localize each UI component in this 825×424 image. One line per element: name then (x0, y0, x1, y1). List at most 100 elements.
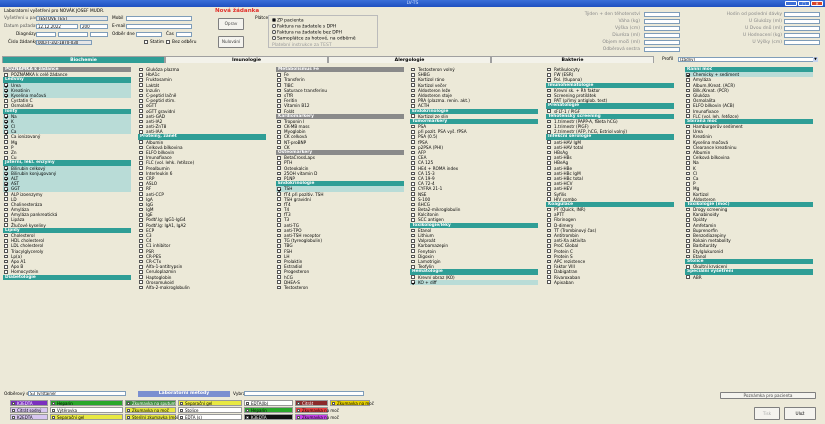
reset-button[interactable]: Nulování (218, 36, 244, 48)
test-item-zlucove-kyseliny[interactable]: Žlučové kyseliny (3, 223, 131, 228)
checkbox[interactable] (139, 93, 143, 98)
time-field[interactable]: 200 (80, 24, 108, 29)
checkbox[interactable] (277, 72, 281, 77)
checkbox[interactable] (139, 254, 143, 259)
checkbox[interactable] (686, 213, 690, 217)
checkbox[interactable] (246, 401, 250, 406)
checkbox[interactable] (277, 228, 281, 233)
checkbox[interactable] (139, 140, 143, 145)
checkbox[interactable] (277, 213, 281, 217)
legend-tube[interactable]: Citrát sodný (10, 407, 48, 413)
email-field[interactable] (126, 24, 192, 29)
test-item-folat[interactable]: Folát (276, 109, 404, 114)
checkbox[interactable] (180, 408, 184, 413)
test-item-homocystein[interactable]: Homocystein (3, 269, 131, 274)
legend-tube[interactable]: Zkumavka na moč (295, 407, 339, 413)
lab-methods-button[interactable]: Laboratorní metody (138, 391, 230, 397)
checkbox[interactable] (547, 249, 551, 253)
checkbox[interactable] (139, 155, 143, 160)
checkbox[interactable] (686, 88, 690, 93)
diagnosis-field-3[interactable] (90, 32, 108, 37)
checkbox[interactable] (139, 114, 143, 119)
checkbox[interactable] (4, 254, 8, 259)
checkbox[interactable] (4, 238, 8, 243)
test-item-cu[interactable]: Cu (3, 155, 131, 160)
checkbox[interactable] (277, 270, 281, 274)
checkbox[interactable] (180, 401, 184, 406)
checkbox[interactable] (4, 176, 8, 181)
checkbox[interactable] (411, 197, 415, 202)
checkbox[interactable] (332, 401, 336, 406)
save-button[interactable]: Ulož (784, 407, 816, 420)
date-field[interactable]: 12.12.2022 (36, 24, 78, 29)
checkbox[interactable] (686, 254, 690, 259)
checkbox[interactable] (4, 72, 8, 77)
checkbox[interactable] (139, 238, 143, 243)
checkbox[interactable] (547, 109, 551, 113)
checkbox[interactable] (139, 228, 143, 233)
checkbox[interactable] (277, 254, 281, 259)
checkbox[interactable] (411, 88, 415, 93)
legend-tube[interactable]: Separační gel (50, 414, 123, 420)
checkbox[interactable] (411, 83, 415, 87)
checkbox[interactable] (139, 98, 143, 103)
test-item-kortizol-ze-slin[interactable]: Kortizol ze slin (410, 114, 538, 119)
checkbox[interactable] (127, 415, 131, 420)
checkbox[interactable] (139, 187, 143, 191)
checkbox[interactable] (127, 401, 131, 406)
checkbox[interactable] (277, 166, 281, 170)
legend-tube[interactable]: Sterilní zkumavka (moč) (125, 414, 181, 420)
checkbox[interactable] (411, 166, 415, 170)
checkbox[interactable] (547, 270, 551, 274)
checkbox[interactable] (277, 223, 281, 228)
checkbox[interactable] (411, 67, 415, 72)
test-item-apixaban[interactable]: Apixaban (546, 280, 674, 285)
checkbox[interactable] (686, 104, 690, 108)
checkbox[interactable] (139, 259, 143, 264)
test-item-ko-diff[interactable]: KO + diff (410, 279, 538, 285)
maximize-button[interactable]: □ (798, 1, 810, 6)
checkbox[interactable] (686, 187, 690, 191)
checkbox[interactable] (547, 254, 551, 259)
test-item-2-trimestr-afp-hcg-estriol-volny[interactable]: 2.trimestr (AFP, hCG, Estriol volný) (546, 129, 674, 134)
checkbox[interactable] (139, 124, 143, 129)
test-item-etanol[interactable]: Etanol (685, 254, 813, 259)
checkbox[interactable] (139, 223, 143, 228)
checkbox[interactable] (686, 249, 690, 253)
test-item-poznamka-k-cele-zadance[interactable]: POZNÁMKA k celé žádance (3, 72, 131, 77)
checkbox[interactable] (4, 181, 8, 186)
checkbox[interactable] (686, 135, 690, 139)
checkbox[interactable] (411, 233, 415, 238)
checkbox[interactable] (411, 259, 415, 264)
checkbox[interactable] (686, 181, 690, 186)
checkbox[interactable] (686, 233, 690, 238)
checkbox[interactable] (547, 150, 551, 155)
checkbox[interactable] (686, 197, 690, 202)
payer-option-4[interactable]: Samoplátce za hotové, na odběrně (272, 36, 356, 41)
checkbox[interactable] (547, 161, 551, 165)
checkbox[interactable] (686, 114, 690, 119)
checkbox[interactable] (12, 408, 16, 413)
checkbox[interactable] (547, 280, 551, 285)
checkbox[interactable] (411, 104, 415, 108)
checkbox[interactable] (4, 124, 8, 129)
checkbox[interactable] (277, 88, 281, 93)
checkbox[interactable] (277, 83, 281, 87)
checkbox[interactable] (139, 218, 143, 222)
checkbox[interactable] (4, 135, 8, 139)
height-field[interactable] (644, 26, 680, 31)
checkbox[interactable] (277, 155, 281, 160)
legend-tube[interactable]: Zkumavka na moč (330, 400, 374, 406)
checkbox[interactable] (547, 192, 551, 196)
checkbox[interactable] (139, 197, 143, 202)
checkbox[interactable] (277, 145, 281, 150)
checkbox[interactable] (139, 83, 143, 87)
checkbox[interactable] (277, 109, 281, 113)
checkbox[interactable] (4, 88, 8, 93)
checkbox[interactable] (277, 93, 281, 98)
legend-tube[interactable]: Výtěrovka (50, 407, 123, 413)
checkbox[interactable] (547, 259, 551, 264)
chevron-down-icon[interactable]: ▼ (813, 57, 818, 62)
collection-date-field[interactable] (136, 32, 162, 37)
tab-biochemie[interactable]: Biochemie (2, 56, 165, 63)
